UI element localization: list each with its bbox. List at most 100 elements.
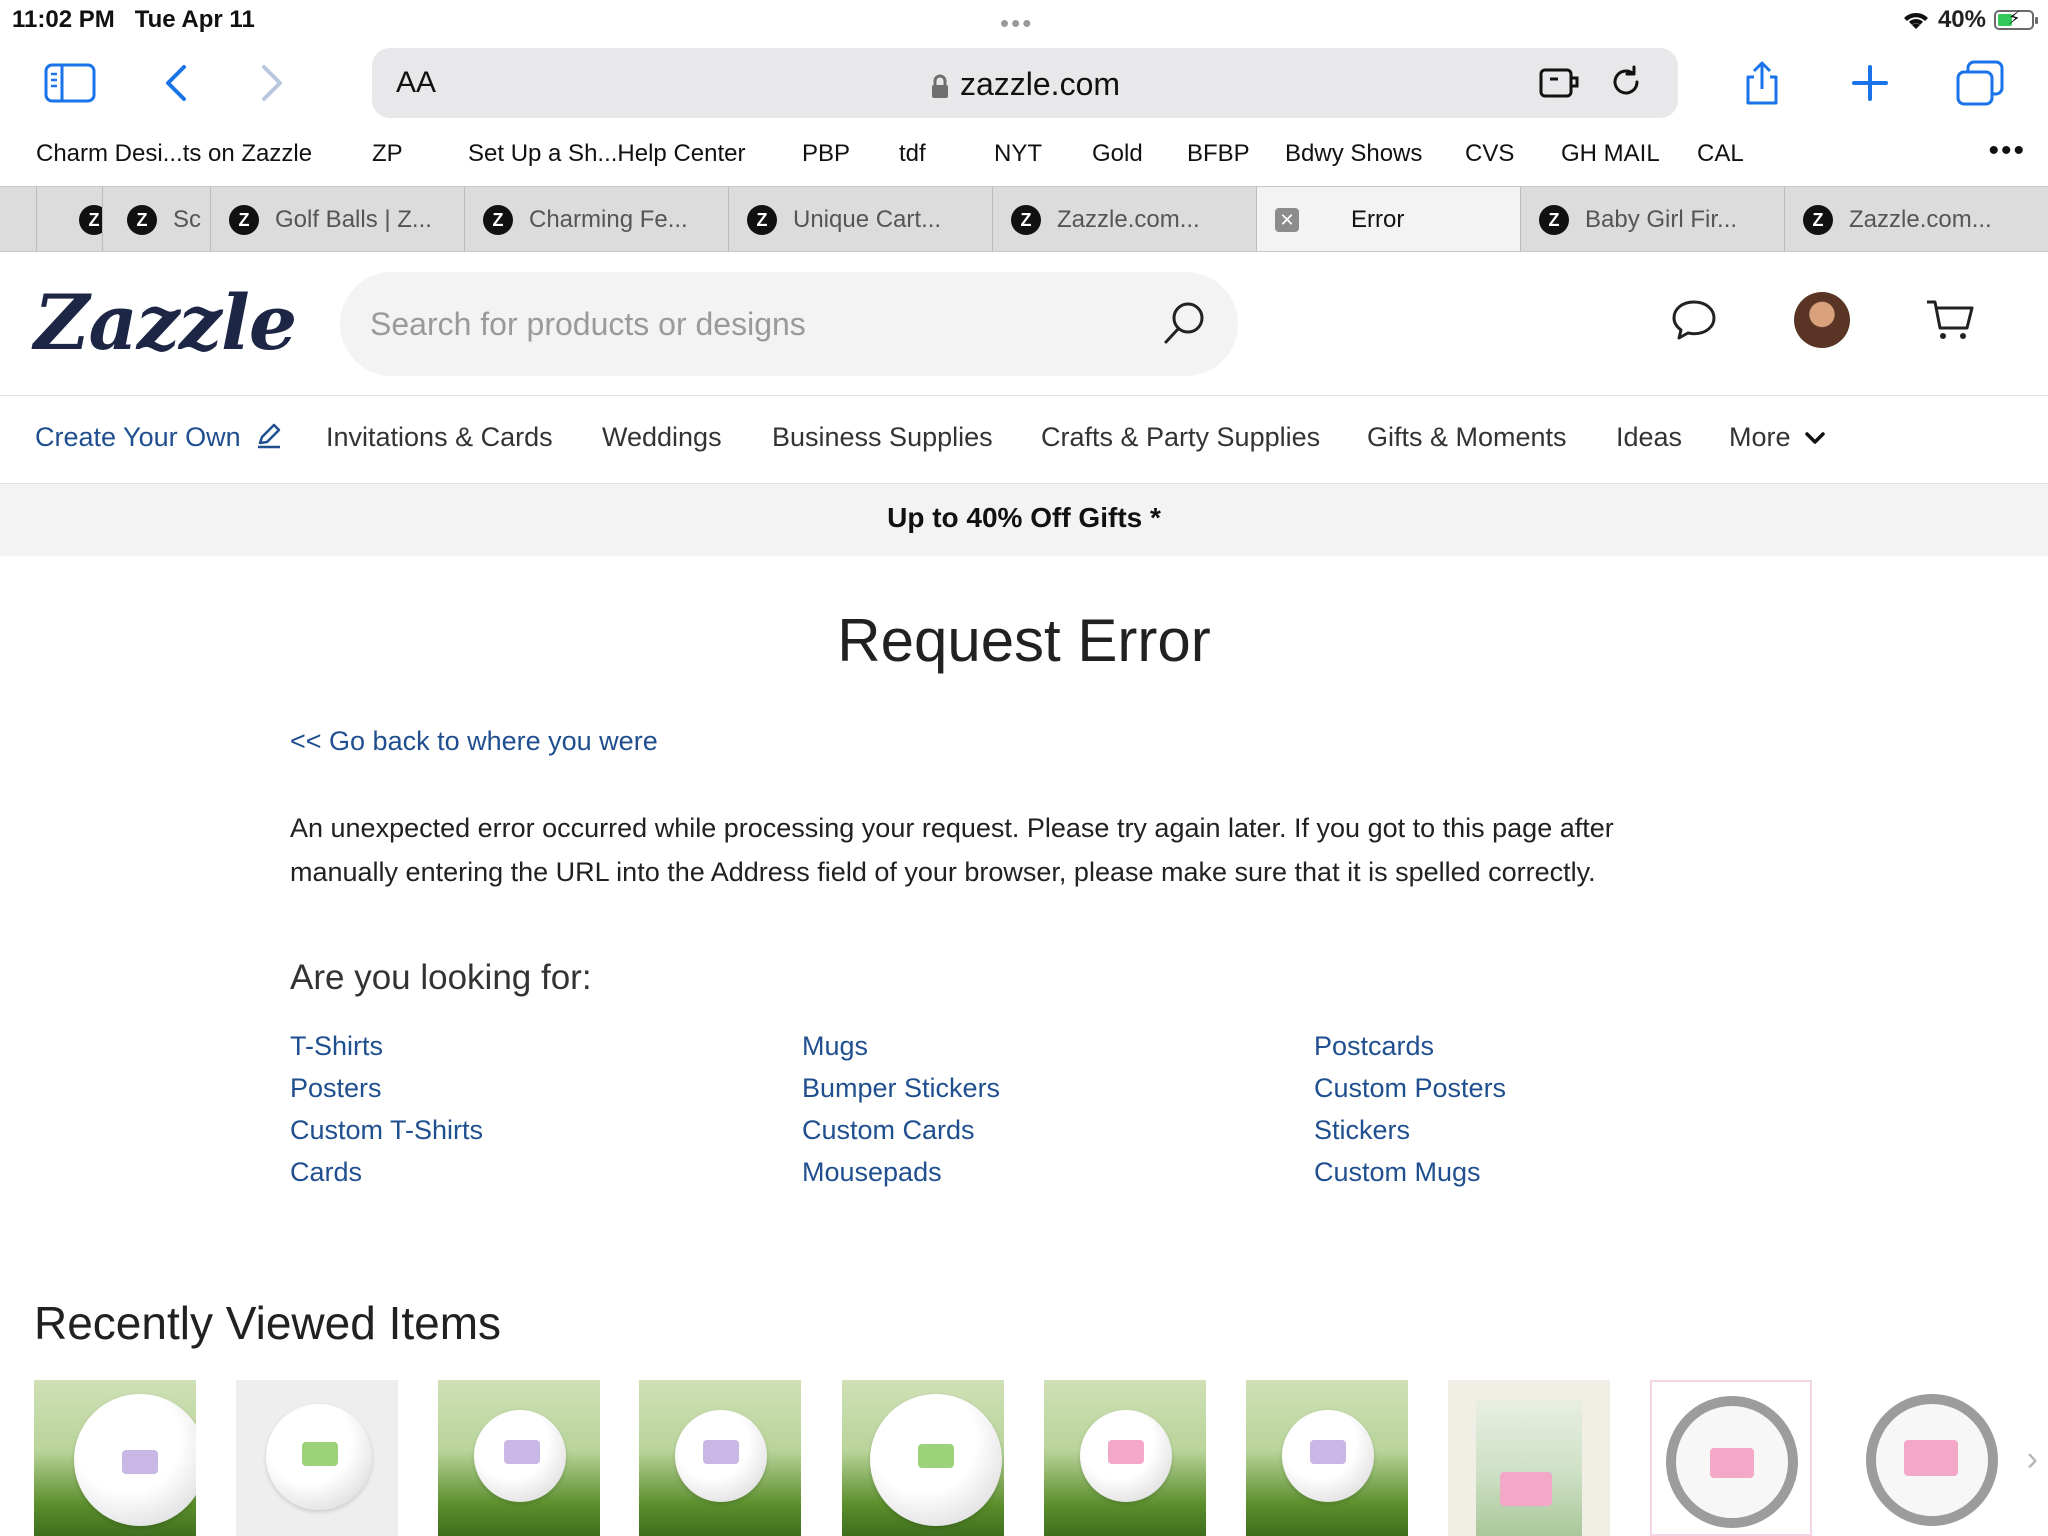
looking-for-heading: Are you looking for: [290, 958, 592, 997]
bookmark-item[interactable]: CAL [1697, 140, 1744, 168]
chat-icon[interactable] [1664, 290, 1724, 350]
tab-overview-icon[interactable] [1952, 58, 2008, 108]
suggestion-link[interactable]: Stickers [1314, 1114, 1506, 1146]
zazzle-favicon-icon: Z [229, 205, 259, 235]
nav-create-your-own[interactable]: Create Your Own [35, 422, 282, 453]
tab[interactable]: Z Zazzle.com... [1784, 187, 2048, 251]
share-icon[interactable] [1734, 58, 1790, 108]
zazzle-favicon-icon: Z [747, 205, 777, 235]
reload-icon[interactable] [1608, 64, 1644, 100]
suggestion-link[interactable]: Mousepads [802, 1156, 1000, 1188]
bookmarks-bar: Charm Desi...ts on Zazzle ZP Set Up a Sh… [0, 130, 2048, 182]
product-thumbnail[interactable] [1448, 1380, 1610, 1536]
search-icon[interactable] [1160, 298, 1210, 348]
tab[interactable]: Z Golf Balls | Z... [210, 187, 464, 251]
nav-business-supplies[interactable]: Business Supplies [772, 422, 993, 453]
nav-more[interactable]: More [1729, 422, 1826, 453]
bookmark-item[interactable]: Bdwy Shows [1285, 140, 1422, 168]
bookmark-item[interactable]: NYT [994, 140, 1042, 168]
go-back-link[interactable]: << Go back to where you were [290, 726, 658, 757]
tab-active-error[interactable]: ✕ Error [1256, 187, 1520, 251]
product-thumbnail[interactable] [1044, 1380, 1206, 1536]
carousel-next-chevron-icon[interactable]: › [2027, 1440, 2038, 1479]
status-bar: 11:02 PM Tue Apr 11 ••• 40% ⚡ [0, 0, 2048, 40]
bookmark-item[interactable]: Set Up a Sh...Help Center [468, 140, 745, 168]
recently-viewed-heading: Recently Viewed Items [34, 1297, 502, 1349]
address-url[interactable]: zazzle.com [372, 66, 1678, 103]
product-thumbnail[interactable] [438, 1380, 600, 1536]
sidebar-toggle-icon[interactable] [42, 58, 98, 108]
suggestion-link[interactable]: Posters [290, 1072, 483, 1104]
category-nav: Create Your Own Invitations & Cards Wedd… [0, 396, 2048, 484]
tab-bar: Z Z Sc Z Golf Balls | Z... Z Charming Fe...… [0, 186, 2048, 252]
wifi-icon [1903, 13, 1928, 29]
product-thumbnail[interactable] [1650, 1380, 1812, 1536]
forward-arrow-icon[interactable] [244, 58, 300, 108]
bookmark-item[interactable]: GH MAIL [1561, 140, 1660, 168]
pencil-icon [258, 423, 281, 449]
product-thumbnail[interactable] [639, 1380, 801, 1536]
suggestion-link[interactable]: Postcards [1314, 1030, 1506, 1062]
tab[interactable]: Z Sc [102, 187, 210, 251]
suggestion-link[interactable]: Custom T-Shirts [290, 1114, 483, 1146]
account-avatar[interactable] [1792, 290, 1852, 350]
nav-invitations-cards[interactable]: Invitations & Cards [326, 422, 553, 453]
back-arrow-icon[interactable] [148, 58, 204, 108]
status-time: 11:02 PM Tue Apr 11 [12, 6, 255, 33]
promo-banner[interactable]: Up to 40% Off Gifts * [0, 484, 2048, 556]
bookmark-item[interactable]: CVS [1465, 140, 1514, 168]
suggestion-link[interactable]: Custom Cards [802, 1114, 1000, 1146]
nav-gifts-moments[interactable]: Gifts & Moments [1367, 422, 1567, 453]
bookmark-item[interactable]: Gold [1092, 140, 1143, 168]
suggestion-link[interactable]: Cards [290, 1156, 483, 1188]
product-thumbnail[interactable] [1852, 1380, 2014, 1536]
zazzle-logo[interactable]: Zazzle [34, 278, 297, 367]
status-right: 40% ⚡ [1902, 6, 2038, 34]
address-bar[interactable]: AA zazzle.com [372, 48, 1678, 118]
search-input[interactable] [370, 296, 1150, 352]
avatar[interactable] [1794, 292, 1850, 348]
nav-crafts-party-supplies[interactable]: Crafts & Party Supplies [1041, 422, 1320, 453]
tab[interactable]: Z Zazzle.com... [992, 187, 1256, 251]
battery-percent: 40% [1937, 6, 1986, 33]
suggestions-column-3: Postcards Custom Posters Stickers Custom… [1314, 1030, 1506, 1188]
cart-icon[interactable] [1920, 290, 1980, 350]
tab[interactable]: Z Charming Fe... [464, 187, 728, 251]
safari-toolbar: AA zazzle.com [0, 40, 2048, 128]
nav-weddings[interactable]: Weddings [602, 422, 722, 453]
suggestion-link[interactable]: Bumper Stickers [802, 1072, 1000, 1104]
tab[interactable]: Z Unique Cart... [728, 187, 992, 251]
tab[interactable]: Z Baby Girl Fir... [1520, 187, 1784, 251]
zazzle-favicon-icon: Z [1803, 205, 1833, 235]
product-thumbnail[interactable] [236, 1380, 398, 1536]
suggestion-link[interactable]: Mugs [802, 1030, 1000, 1062]
nav-ideas[interactable]: Ideas [1616, 422, 1682, 453]
zazzle-favicon-icon: Z [79, 205, 102, 235]
site-header: Zazzle [0, 252, 2048, 396]
search-bar[interactable] [340, 272, 1238, 376]
suggestion-link[interactable]: Custom Posters [1314, 1072, 1506, 1104]
extensions-icon[interactable] [1538, 64, 1582, 100]
error-message: An unexpected error occurred while proce… [290, 813, 1614, 887]
product-thumbnail[interactable] [34, 1380, 196, 1536]
multitasking-dots[interactable]: ••• [1000, 8, 1033, 39]
product-thumbnail[interactable] [1246, 1380, 1408, 1536]
bookmarks-more-icon[interactable]: ••• [1988, 134, 2026, 168]
bookmark-item[interactable]: Charm Desi...ts on Zazzle [36, 140, 312, 168]
bookmark-item[interactable]: PBP [802, 140, 850, 168]
zazzle-favicon-icon: Z [1539, 205, 1569, 235]
bookmark-item[interactable]: tdf [899, 140, 926, 168]
suggestions-column-2: Mugs Bumper Stickers Custom Cards Mousep… [802, 1030, 1000, 1188]
tab[interactable]: Z [36, 187, 102, 251]
chevron-down-icon [1805, 432, 1825, 444]
bookmark-item[interactable]: ZP [372, 140, 403, 168]
page-title: Request Error [837, 607, 1211, 674]
close-tab-icon[interactable]: ✕ [1275, 208, 1299, 232]
suggestion-link[interactable]: Custom Mugs [1314, 1156, 1506, 1188]
product-thumbnail[interactable] [842, 1380, 1004, 1536]
suggestion-link[interactable]: T-Shirts [290, 1030, 483, 1062]
bookmark-item[interactable]: BFBP [1187, 140, 1250, 168]
new-tab-plus-icon[interactable] [1842, 58, 1898, 108]
suggestions-column-1: T-Shirts Posters Custom T-Shirts Cards [290, 1030, 483, 1188]
recently-viewed-carousel [34, 1380, 2034, 1536]
